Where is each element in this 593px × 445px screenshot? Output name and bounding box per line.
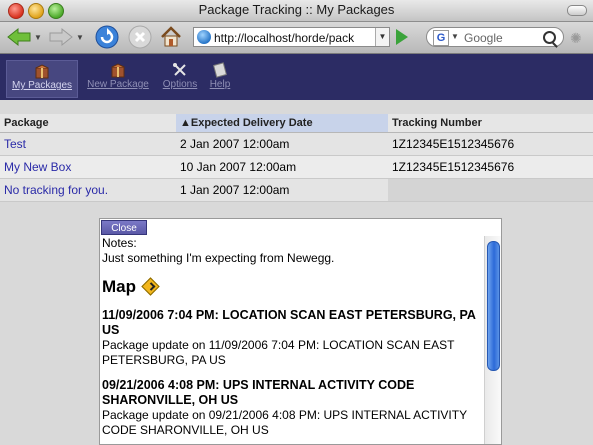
event-desc: Package update on 11/09/2006 7:04 PM: LO… — [102, 338, 455, 367]
forward-dropdown-icon[interactable]: ▼ — [76, 33, 84, 42]
window-title: Package Tracking :: My Packages — [198, 2, 395, 17]
nav-options[interactable]: Options — [158, 60, 202, 96]
map-heading-text: Map — [102, 277, 136, 296]
search-placeholder: Google — [464, 31, 503, 45]
table-row[interactable]: Test 2 Jan 2007 12:00am 1Z12345E15123456… — [0, 132, 593, 156]
reload-button[interactable] — [95, 25, 119, 49]
url-text: http://localhost/horde/pack — [214, 31, 355, 45]
notes-label: Notes: — [102, 236, 137, 250]
forward-arrow-icon — [49, 27, 73, 47]
tools-icon — [173, 63, 186, 76]
table-header-row: Package ▲Expected Delivery Date Tracking… — [0, 114, 593, 133]
search-field[interactable]: G ▼ Google — [426, 27, 564, 47]
search-engine-dropdown-icon[interactable]: ▼ — [451, 32, 459, 41]
popup-body: Notes: Just something I'm expecting from… — [102, 236, 480, 444]
loading-spinner-icon: ✺ — [570, 30, 582, 46]
help-book-icon — [213, 62, 227, 78]
popup-scrollbar[interactable] — [484, 236, 501, 444]
forward-button[interactable]: ▼ — [48, 25, 84, 49]
google-engine-icon[interactable]: G — [433, 30, 449, 46]
toolbar-toggle-button[interactable] — [567, 5, 587, 16]
package-icon — [35, 64, 49, 79]
tracking-number: 1Z12345E1512345676 — [388, 155, 593, 179]
header-expected-delivery[interactable]: ▲Expected Delivery Date — [176, 114, 388, 133]
back-dropdown-icon[interactable]: ▼ — [34, 33, 42, 42]
delivery-date: 10 Jan 2007 12:00am — [176, 155, 388, 179]
stop-icon — [128, 25, 152, 49]
package-name-link[interactable]: No tracking for you. — [0, 178, 176, 202]
url-history-dropdown-icon[interactable]: ▼ — [375, 28, 389, 46]
nav-label: My Packages — [11, 80, 73, 91]
delivery-date: 1 Jan 2007 12:00am — [176, 178, 388, 202]
stop-button[interactable] — [128, 25, 152, 49]
reload-icon — [95, 25, 119, 49]
nav-help[interactable]: Help — [205, 60, 235, 96]
table-row[interactable]: My New Box 10 Jan 2007 12:00am 1Z12345E1… — [0, 155, 593, 179]
map-heading: Map — [102, 277, 480, 296]
package-detail-popup: Close Notes: Just something I'm expectin… — [99, 218, 502, 445]
back-arrow-icon — [7, 27, 31, 47]
package-name-link[interactable]: Test — [0, 132, 176, 156]
header-package[interactable]: Package — [0, 114, 176, 133]
app-header: My Packages New Package Options Help — [0, 54, 593, 100]
package-name-link[interactable]: My New Box — [0, 155, 176, 179]
url-field[interactable]: http://localhost/horde/pack ▼ — [193, 27, 390, 47]
directions-sign-icon[interactable] — [141, 277, 160, 296]
tracking-number — [388, 178, 593, 202]
nav-label: New Package — [87, 79, 149, 90]
browser-toolbar: ▼ ▼ http://localhost/horde/pack ▼ G ▼ Go… — [0, 22, 593, 54]
notes-text: Just something I'm expecting from Newegg… — [102, 251, 335, 265]
home-icon — [161, 26, 181, 47]
scrollbar-thumb[interactable] — [487, 241, 500, 371]
search-icon[interactable] — [543, 31, 556, 44]
close-button[interactable]: Close — [101, 220, 147, 235]
table-row[interactable]: No tracking for you. 1 Jan 2007 12:00am — [0, 178, 593, 202]
nav-my-packages[interactable]: My Packages — [6, 60, 78, 98]
go-button[interactable] — [396, 29, 408, 45]
packages-table: Package ▲Expected Delivery Date Tracking… — [0, 114, 593, 202]
event-title: 11/09/2006 7:04 PM: LOCATION SCAN EAST P… — [102, 308, 476, 337]
globe-icon — [197, 30, 211, 44]
nav-label: Options — [162, 79, 198, 90]
new-package-icon — [111, 63, 125, 78]
home-button[interactable] — [159, 25, 183, 49]
tracking-number: 1Z12345E1512345676 — [388, 132, 593, 156]
event-desc: Package update on 09/21/2006 4:08 PM: UP… — [102, 408, 467, 437]
nav-label: Help — [209, 79, 231, 90]
event-title: 09/21/2006 4:08 PM: UPS INTERNAL ACTIVIT… — [102, 378, 415, 407]
header-tracking-number[interactable]: Tracking Number — [388, 114, 593, 133]
back-button[interactable]: ▼ — [6, 25, 42, 49]
delivery-date: 2 Jan 2007 12:00am — [176, 132, 388, 156]
nav-new-package[interactable]: New Package — [82, 60, 154, 96]
window-titlebar: Package Tracking :: My Packages — [0, 0, 593, 22]
